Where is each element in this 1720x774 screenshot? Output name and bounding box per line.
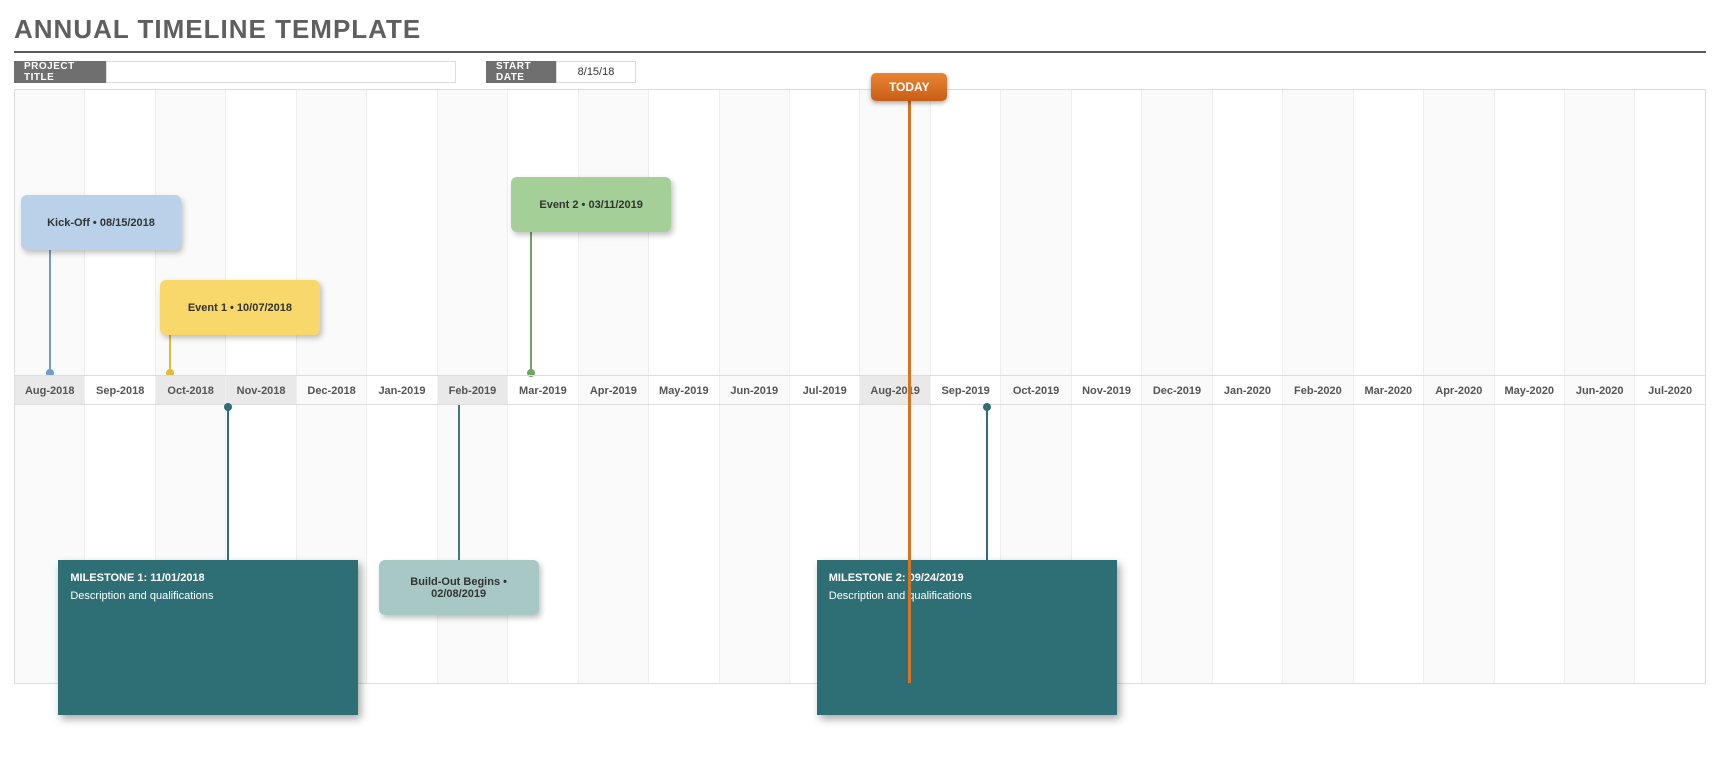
- today-badge: TODAY: [871, 73, 947, 101]
- month-label: Mar-2019: [508, 376, 578, 404]
- event-card[interactable]: Kick-Off • 08/15/2018: [21, 195, 181, 250]
- page-title: ANNUAL TIMELINE TEMPLATE: [14, 14, 1706, 45]
- month-label: May-2019: [649, 376, 719, 404]
- milestone-dot: [224, 403, 232, 411]
- month-label: Oct-2019: [1001, 376, 1071, 404]
- event-card[interactable]: Build-Out Begins • 02/08/2019: [379, 560, 539, 615]
- month-label: May-2020: [1495, 376, 1565, 404]
- event-card[interactable]: Event 1 • 10/07/2018: [160, 280, 320, 335]
- month-label: Aug-2018: [15, 376, 85, 404]
- month-label: Nov-2019: [1072, 376, 1142, 404]
- month-label: Jul-2019: [790, 376, 860, 404]
- milestone-desc: Description and qualifications: [70, 590, 346, 602]
- milestone-title: MILESTONE 2: 09/24/2019: [829, 572, 1105, 584]
- month-label: Aug-2019: [860, 376, 930, 404]
- month-label: Dec-2019: [1142, 376, 1212, 404]
- month-label: Sep-2019: [931, 376, 1001, 404]
- start-date-label: START DATE: [486, 61, 556, 83]
- event-stem: [530, 232, 532, 371]
- project-title-label: PROJECT TITLE: [14, 61, 106, 83]
- timeline-top-zone: Kick-Off • 08/15/2018 Event 1 • 10/07/201…: [15, 90, 1705, 375]
- milestone-stem: [986, 405, 988, 560]
- start-date-input[interactable]: 8/15/18: [556, 61, 636, 83]
- milestone-stem: [227, 405, 229, 560]
- month-label: Nov-2018: [226, 376, 296, 404]
- month-label: Dec-2018: [297, 376, 367, 404]
- month-label: Jan-2020: [1213, 376, 1283, 404]
- timeline-chart: Kick-Off • 08/15/2018 Event 1 • 10/07/201…: [14, 89, 1706, 684]
- month-label: Apr-2019: [579, 376, 649, 404]
- event-stem: [169, 335, 171, 371]
- month-label: Apr-2020: [1424, 376, 1494, 404]
- milestone-title: MILESTONE 1: 11/01/2018: [70, 572, 346, 584]
- month-label: Jul-2020: [1635, 376, 1704, 404]
- month-label: Jan-2019: [367, 376, 437, 404]
- today-line: [908, 90, 911, 683]
- project-title-input[interactable]: [106, 61, 456, 83]
- milestone-desc: Description and qualifications: [829, 590, 1105, 602]
- event-card[interactable]: Event 2 • 03/11/2019: [511, 177, 671, 232]
- month-label: Feb-2019: [438, 376, 508, 404]
- event-stem: [458, 405, 460, 560]
- milestone-card[interactable]: MILESTONE 1: 11/01/2018 Description and q…: [58, 560, 358, 715]
- milestone-card[interactable]: MILESTONE 2: 09/24/2019 Description and q…: [817, 560, 1117, 715]
- month-label: Oct-2018: [156, 376, 226, 404]
- header-row: PROJECT TITLE START DATE 8/15/18: [14, 61, 1706, 83]
- month-label: Mar-2020: [1354, 376, 1424, 404]
- event-stem: [49, 250, 51, 371]
- timeline-axis: Aug-2018Sep-2018Oct-2018Nov-2018Dec-2018…: [15, 375, 1705, 405]
- month-label: Jun-2020: [1565, 376, 1635, 404]
- month-label: Jun-2019: [720, 376, 790, 404]
- milestone-dot: [983, 403, 991, 411]
- month-label: Feb-2020: [1283, 376, 1353, 404]
- month-label: Sep-2018: [85, 376, 155, 404]
- title-underline: [14, 51, 1706, 53]
- timeline-bottom-zone: Build-Out Begins • 02/08/2019 MILESTONE 1…: [15, 405, 1705, 683]
